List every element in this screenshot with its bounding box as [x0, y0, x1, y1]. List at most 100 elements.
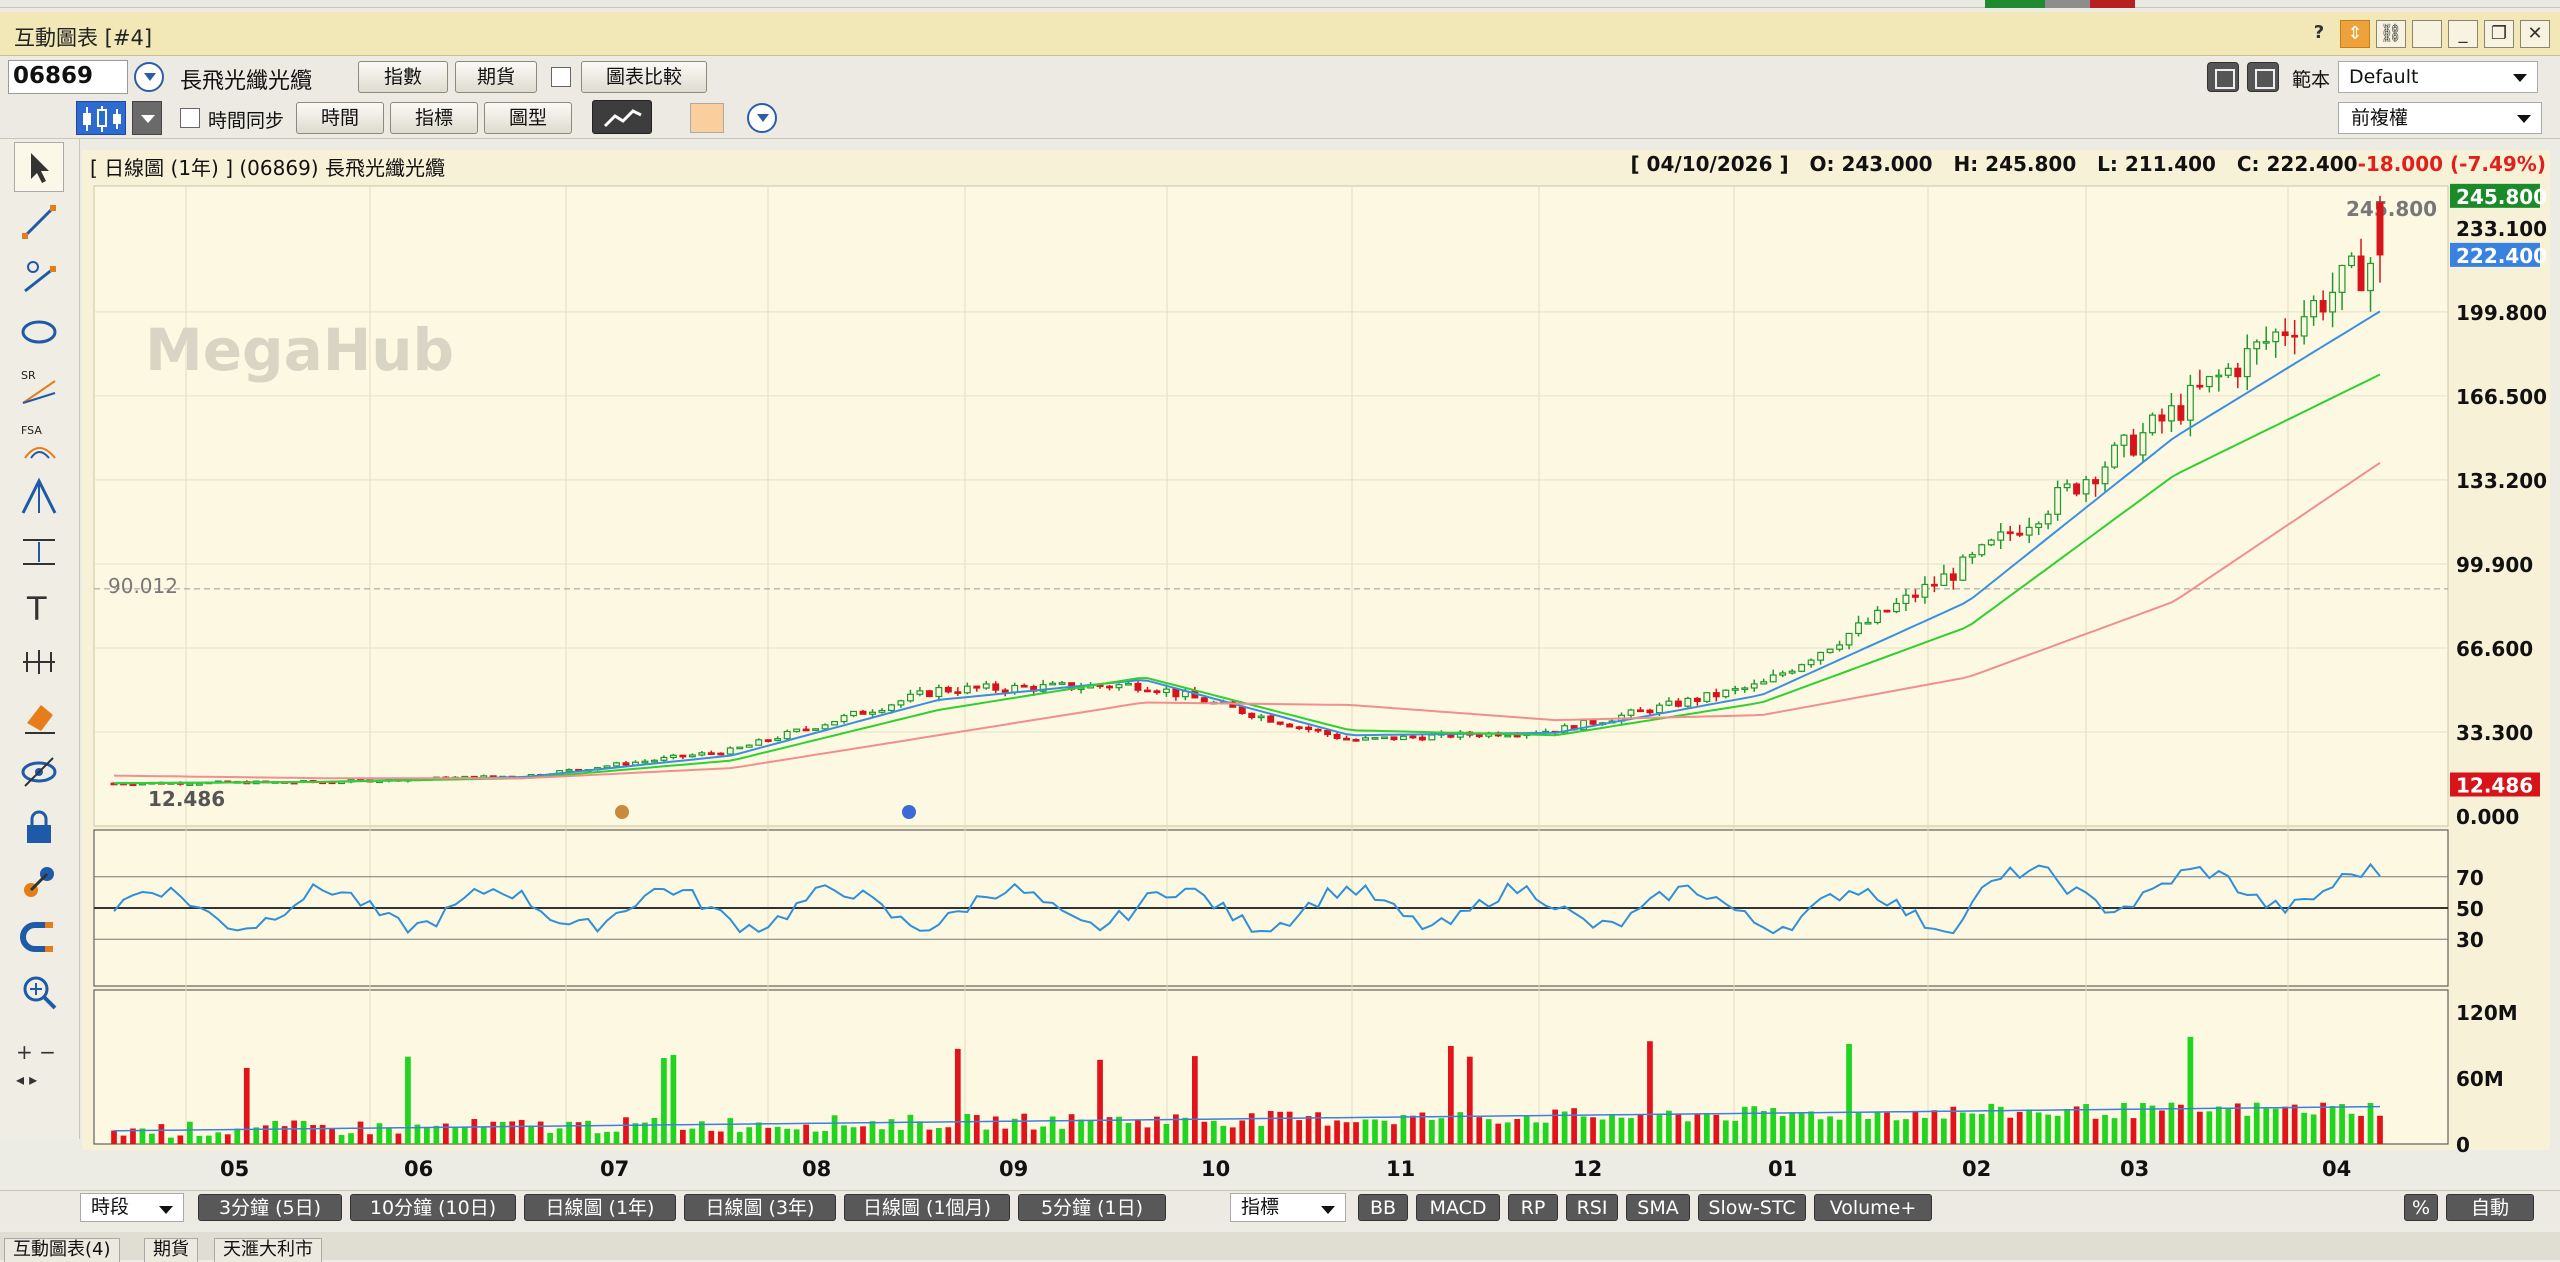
help-icon[interactable]: ? — [2304, 20, 2334, 48]
cursor-icon[interactable] — [14, 142, 64, 192]
line-chart-icon[interactable] — [592, 100, 652, 134]
segment-tool-icon[interactable] — [14, 252, 64, 302]
x-tick-label: 12 — [1573, 1157, 1602, 1181]
magnet-link-icon[interactable] — [14, 857, 64, 907]
top-strip — [0, 0, 2560, 8]
time-button[interactable]: 時間 — [296, 102, 384, 134]
pin-icon[interactable]: ⇕ — [2340, 20, 2370, 48]
window-controls: ? ⇕ ⛓ _ ❐ ✕ — [2304, 20, 2550, 48]
color-swatch[interactable] — [690, 103, 724, 133]
x-tick-label: 02 — [1962, 1157, 1991, 1181]
status-green — [1985, 0, 2045, 8]
ellipse-tool-icon[interactable] — [14, 307, 64, 357]
time-sync-label: 時間同步 — [208, 110, 285, 132]
range-button[interactable]: 5分鐘 (1日) — [1018, 1194, 1166, 1221]
chart-type-button[interactable]: 圖型 — [484, 102, 572, 134]
ohlc-open: O: 243.000 — [1809, 152, 1933, 176]
x-tick-label: 06 — [404, 1157, 433, 1181]
zoom-icon[interactable] — [14, 967, 64, 1017]
futures-button[interactable]: 期貨 — [455, 61, 537, 93]
candlestick-icon[interactable] — [76, 101, 126, 135]
minimize-icon[interactable]: _ — [2448, 20, 2478, 48]
range-button[interactable]: 日線圖 (1個月) — [844, 1194, 1010, 1221]
ohlc-readout: [ 04/10/2026 ] O: 243.000 H: 245.800 L: … — [1630, 152, 2546, 176]
adjust-select[interactable]: 前複權 — [2338, 102, 2542, 134]
ohlc-date: [ 04/10/2026 ] — [1630, 152, 1789, 176]
ohlc-change: -18.000 (-7.49%) — [2357, 152, 2546, 176]
svg-text:FSA: FSA — [21, 424, 42, 437]
eraser-icon[interactable] — [14, 692, 64, 742]
percent-button[interactable]: % — [2404, 1194, 2438, 1221]
drawing-toolbar: SR FSA T + − ◂ ▸ — [0, 139, 80, 1139]
save-icon[interactable] — [2207, 62, 2239, 92]
svg-text:SR: SR — [21, 369, 36, 382]
tab-chart[interactable]: 互動圖表(4) — [4, 1238, 120, 1262]
indicator-button-rsi[interactable]: RSI — [1566, 1194, 1618, 1221]
status-gray — [2045, 0, 2090, 8]
indicator-button-bb[interactable]: BB — [1358, 1194, 1408, 1221]
indicator-button-sma[interactable]: SMA — [1626, 1194, 1690, 1221]
template-select[interactable]: Default — [2338, 61, 2538, 93]
close-icon[interactable]: ✕ — [2520, 20, 2550, 48]
link-icon[interactable]: ⛓ — [2376, 20, 2406, 48]
stock-name: 長飛光纖光纜 — [180, 69, 313, 94]
chart-header-title: [ 日線圖 (1年) ] (06869) 長飛光纖光纜 — [90, 156, 445, 180]
stock-code-input[interactable]: 06869 — [8, 60, 128, 94]
tab-other[interactable]: 天滙大利市 — [214, 1238, 322, 1262]
toolbar-main: 06869 長飛光纖光纜 指數 期貨 圖表比較 範本 Default — [0, 57, 2560, 97]
time-sync-checkbox[interactable] — [180, 108, 200, 128]
compare-button[interactable]: 圖表比較 — [581, 61, 707, 93]
chart-type-dropdown-icon[interactable] — [132, 101, 162, 135]
range-button[interactable]: 10分鐘 (10日) — [350, 1194, 516, 1221]
line-tool-icon[interactable] — [14, 197, 64, 247]
index-button[interactable]: 指數 — [358, 61, 448, 93]
channel-tool-icon[interactable] — [14, 527, 64, 577]
indicator-button-rp[interactable]: RP — [1508, 1194, 1558, 1221]
range-button[interactable]: 日線圖 (1年) — [524, 1194, 676, 1221]
hide-icon[interactable] — [14, 747, 64, 797]
sr-tool-icon[interactable]: SR — [14, 362, 64, 412]
range-button[interactable]: 日線圖 (3年) — [684, 1194, 836, 1221]
period-select[interactable]: 時段 — [80, 1193, 184, 1222]
indicator-button-slowstc[interactable]: Slow-STC — [1698, 1194, 1806, 1221]
zoom-controls[interactable]: + − ◂ ▸ — [14, 1039, 64, 1099]
tab-futures[interactable]: 期貨 — [144, 1238, 198, 1262]
svg-text:+ −: + − — [16, 1040, 56, 1064]
x-tick-label: 08 — [802, 1157, 831, 1181]
chart-header: [ 日線圖 (1年) ] (06869) 長飛光纖光纜 — [90, 152, 445, 181]
fan-tool-icon[interactable] — [14, 472, 64, 522]
ohlc-high: H: 245.800 — [1953, 152, 2077, 176]
template-label: 範本 — [2292, 69, 2331, 91]
fsa-tool-icon[interactable]: FSA — [14, 417, 64, 467]
lock-icon[interactable] — [14, 802, 64, 852]
x-tick-label: 09 — [999, 1157, 1028, 1181]
svg-text:T: T — [26, 590, 47, 627]
text-tool-icon[interactable]: T — [14, 582, 64, 632]
code-dropdown-icon[interactable] — [134, 62, 164, 92]
compare-checkbox[interactable] — [551, 67, 571, 87]
measure-tool-icon[interactable] — [14, 637, 64, 687]
toolbar-secondary: 時間同步 時間 指標 圖型 前複權 — [0, 97, 2560, 139]
range-button[interactable]: 3分鐘 (5日) — [198, 1194, 342, 1221]
svg-text:◂ ▸: ◂ ▸ — [16, 1070, 37, 1089]
indicator-select-label: 指標 — [1241, 1196, 1280, 1218]
indicator-button-volume[interactable]: Volume+ — [1814, 1194, 1932, 1221]
window-titlebar: 互動圖表 [#4] ? ⇕ ⛓ _ ❐ ✕ — [0, 12, 2560, 56]
print-icon[interactable] — [2247, 62, 2279, 92]
x-tick-label: 01 — [1768, 1157, 1797, 1181]
x-tick-label: 10 — [1201, 1157, 1230, 1181]
blank-icon[interactable] — [2412, 20, 2442, 48]
options-dropdown-icon[interactable] — [747, 103, 777, 133]
magnet-icon[interactable] — [14, 912, 64, 962]
indicator-button-macd[interactable]: MACD — [1416, 1194, 1500, 1221]
x-tick-label: 03 — [2120, 1157, 2149, 1181]
auto-button[interactable]: 自動 — [2446, 1194, 2534, 1221]
restore-icon[interactable]: ❐ — [2484, 20, 2514, 48]
indicator-button[interactable]: 指標 — [390, 102, 478, 134]
ohlc-low: L: 211.400 — [2097, 152, 2216, 176]
ohlc-close: C: 222.400 — [2236, 152, 2358, 176]
chart-panel[interactable] — [82, 150, 2550, 1150]
indicator-select[interactable]: 指標 — [1230, 1193, 1346, 1222]
tab-bar: 互動圖表(4) 期貨 天滙大利市 — [0, 1232, 2560, 1262]
window-title: 互動圖表 [#4] — [14, 26, 153, 50]
